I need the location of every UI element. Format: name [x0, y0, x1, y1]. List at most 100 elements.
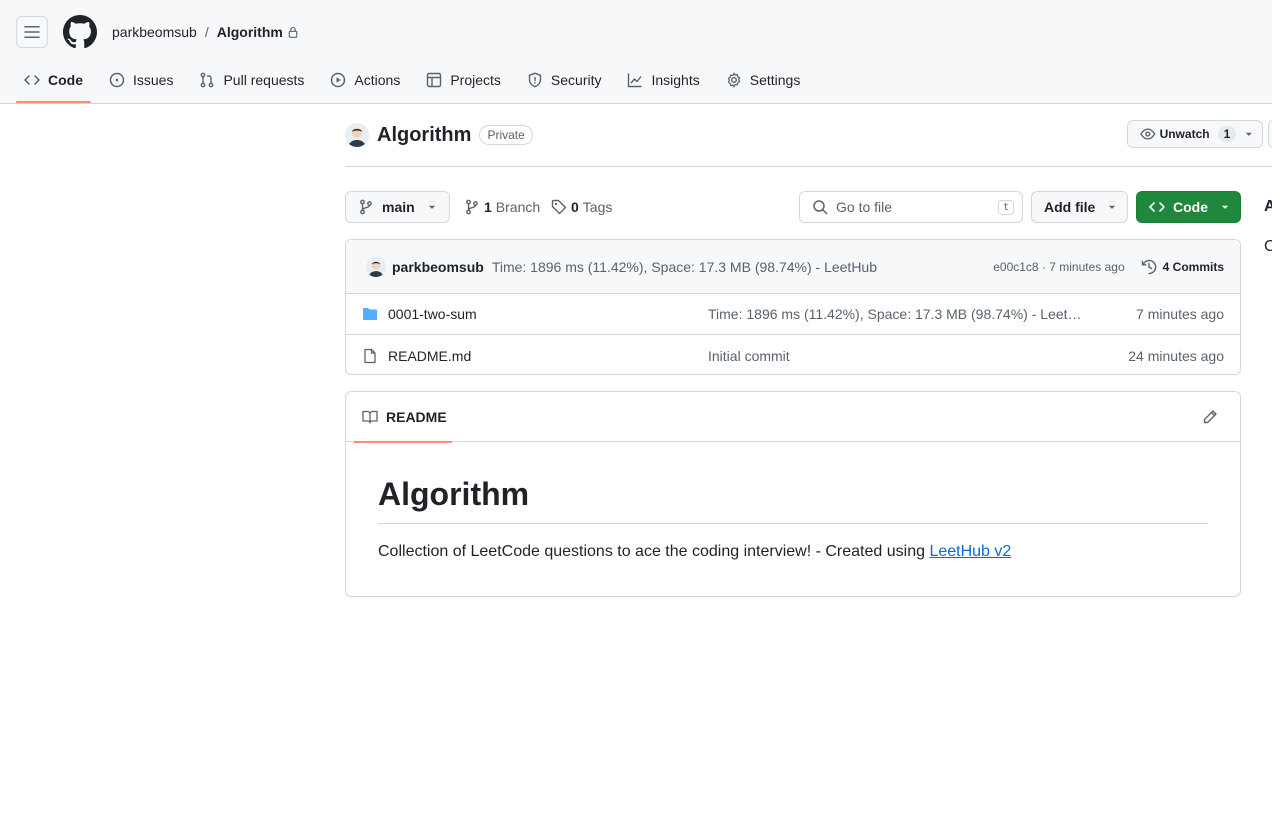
commit-message[interactable]: Time: 1896 ms (11.42%), Space: 17.3 MB (…	[492, 259, 877, 275]
fork-button-clipped[interactable]	[1268, 120, 1272, 148]
branch-label: Branch	[495, 199, 541, 215]
graph-icon	[628, 73, 643, 88]
tab-label: Issues	[133, 72, 174, 88]
file-name[interactable]: 0001-two-sum	[388, 306, 708, 322]
file-commit-message[interactable]: Time: 1896 ms (11.42%), Space: 17.3 MB (…	[708, 306, 1094, 322]
go-to-file-input[interactable]: Go to file t	[799, 191, 1023, 223]
file-row[interactable]: README.md Initial commit 24 minutes ago	[346, 335, 1240, 374]
tab-label: Pull requests	[223, 72, 305, 88]
branch-selector[interactable]: main	[345, 191, 450, 223]
breadcrumb-separator: /	[204, 24, 209, 40]
tab-actions[interactable]: Actions	[322, 60, 408, 100]
chevron-down-icon	[1246, 132, 1253, 136]
branch-name: main	[382, 199, 415, 215]
gear-icon	[727, 72, 740, 88]
tab-pull-requests[interactable]: Pull requests	[191, 60, 312, 100]
global-header: parkbeomsub / Algorithm Code Issues Pull…	[0, 0, 1272, 104]
unwatch-button[interactable]: Unwatch 1	[1127, 120, 1263, 148]
hamburger-icon	[24, 26, 40, 38]
file-commit-message[interactable]: Initial commit	[708, 348, 1094, 364]
keyboard-shortcut-hint: t	[997, 199, 1014, 215]
pull-request-icon	[201, 72, 214, 88]
repo-title[interactable]: Algorithm	[377, 124, 471, 147]
readme-paragraph: Collection of LeetCode questions to ace …	[378, 543, 1011, 561]
issue-icon	[109, 72, 125, 88]
tab-security[interactable]: Security	[519, 60, 610, 100]
tab-readme[interactable]: README	[354, 392, 452, 443]
branches-link[interactable]: 1 Branch	[464, 191, 540, 223]
history-icon	[1141, 259, 1157, 274]
breadcrumb: parkbeomsub / Algorithm	[112, 22, 299, 42]
avatar[interactable]	[345, 123, 369, 147]
play-icon	[331, 72, 346, 88]
readme-tab-label: README	[386, 409, 447, 425]
table-icon	[427, 72, 442, 88]
breadcrumb-owner-link[interactable]: parkbeomsub	[112, 24, 197, 40]
tab-settings[interactable]: Settings	[718, 60, 809, 100]
readme-heading: Algorithm	[378, 476, 1208, 524]
github-logo-icon[interactable]	[63, 15, 97, 49]
tab-issues[interactable]: Issues	[101, 60, 181, 100]
menu-button[interactable]	[16, 16, 48, 48]
chevron-down-icon	[1221, 205, 1229, 209]
tab-label: Settings	[749, 72, 801, 88]
branch-icon	[360, 199, 372, 215]
tab-label: Projects	[450, 72, 501, 88]
go-to-file-placeholder: Go to file	[836, 199, 893, 215]
user-avatar-icon	[345, 123, 369, 147]
tag-count: 0	[571, 199, 579, 215]
commit-author[interactable]: parkbeomsub	[392, 259, 484, 275]
branch-count: 1	[484, 199, 492, 215]
watch-count: 1	[1217, 126, 1237, 142]
commit-hash-time[interactable]: e00c1c8 · 7 minutes ago	[993, 260, 1124, 274]
latest-commit-bar: parkbeomsub Time: 1896 ms (11.42%), Spac…	[346, 240, 1240, 294]
readme-panel: README Algorithm Collection of LeetCode …	[345, 391, 1241, 597]
divider	[345, 166, 1272, 167]
eye-icon	[1140, 128, 1156, 140]
tab-label: Insights	[651, 72, 700, 88]
chevron-down-icon	[428, 205, 436, 209]
lock-icon	[287, 26, 299, 38]
commit-count-label: 4 Commits	[1162, 259, 1224, 274]
repo-nav: Code Issues Pull requests Actions Projec…	[16, 60, 818, 104]
commit-author-avatar[interactable]	[366, 256, 386, 277]
breadcrumb-repo-link[interactable]: Algorithm	[217, 24, 283, 40]
leethub-link[interactable]: LeetHub v2	[929, 543, 1011, 560]
readme-header: README	[346, 392, 1240, 443]
repo-title-row: Algorithm Private	[345, 122, 533, 148]
user-avatar-icon	[366, 256, 386, 277]
unwatch-label: Unwatch	[1159, 127, 1210, 141]
branch-icon	[466, 199, 478, 215]
sidebar-fragment: C	[1264, 238, 1272, 255]
tab-projects[interactable]: Projects	[418, 60, 509, 100]
about-sidebar-clipped: A C	[1264, 190, 1272, 831]
add-file-button[interactable]: Add file	[1031, 191, 1128, 223]
commits-link[interactable]: 4 Commits	[1141, 259, 1224, 275]
tab-label: Security	[550, 72, 602, 88]
shield-icon	[528, 72, 542, 88]
chevron-down-icon	[1108, 205, 1116, 209]
tags-link[interactable]: 0 Tags	[551, 191, 612, 223]
tag-label: Tags	[582, 199, 613, 215]
file-browser: parkbeomsub Time: 1896 ms (11.42%), Spac…	[345, 239, 1241, 375]
tab-label: Code	[48, 72, 83, 88]
visibility-badge: Private	[479, 125, 533, 145]
tag-icon	[551, 199, 567, 215]
readme-text: Collection of LeetCode questions to ace …	[378, 543, 930, 560]
code-dropdown-button[interactable]: Code	[1136, 191, 1241, 223]
tab-label: Actions	[354, 72, 401, 88]
search-icon	[813, 200, 828, 215]
file-row[interactable]: 0001-two-sum Time: 1896 ms (11.42%), Spa…	[346, 294, 1240, 335]
code-icon	[24, 75, 40, 85]
code-button-label: Code	[1173, 199, 1208, 215]
tab-insights[interactable]: Insights	[619, 60, 707, 100]
file-time: 7 minutes ago	[1136, 306, 1224, 322]
pencil-icon[interactable]	[1202, 409, 1218, 425]
folder-icon	[363, 308, 377, 320]
sidebar-fragment: A	[1264, 198, 1272, 215]
tab-code[interactable]: Code	[16, 60, 91, 103]
file-name[interactable]: README.md	[388, 348, 708, 364]
book-icon	[362, 410, 378, 424]
add-file-label: Add file	[1044, 199, 1096, 215]
file-time: 24 minutes ago	[1128, 347, 1224, 364]
